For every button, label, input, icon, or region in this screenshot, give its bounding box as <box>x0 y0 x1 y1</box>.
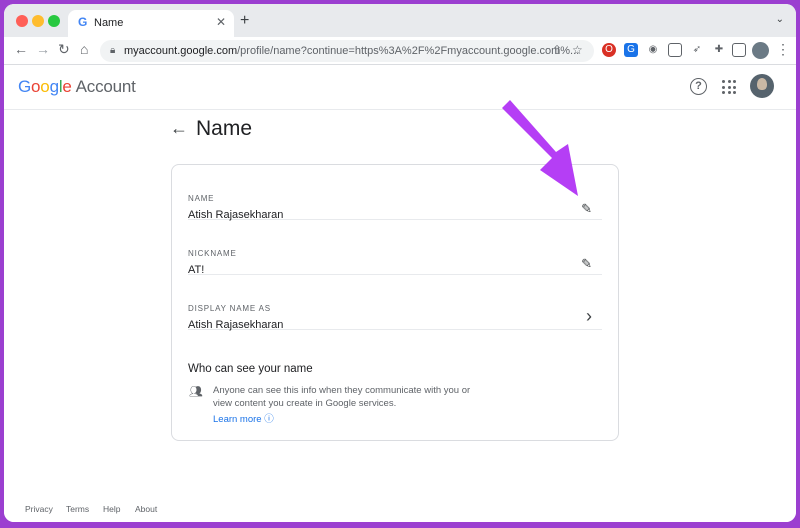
row-value: Atish Rajasekharan <box>188 319 284 331</box>
who-can-see-heading: Who can see your name <box>188 363 313 375</box>
profile-avatar[interactable] <box>752 42 769 59</box>
minimize-window-button[interactable] <box>32 15 44 27</box>
footer-help-link[interactable]: Help <box>103 504 120 514</box>
row-label: NAME <box>188 194 215 203</box>
address-bar[interactable]: 🔒︎ myaccount.google.com/profile/name?con… <box>100 40 594 62</box>
pencil-extension-icon[interactable] <box>668 43 682 57</box>
footer-privacy-link[interactable]: Privacy <box>25 504 53 514</box>
maximize-window-button[interactable] <box>48 15 60 27</box>
name-row[interactable]: NAME Atish Rajasekharan ✎ <box>188 165 602 221</box>
row-label: DISPLAY NAME AS <box>188 304 271 313</box>
tab-search-button[interactable]: ⌄ <box>776 14 784 25</box>
lock-icon[interactable]: 🔒︎ <box>110 45 115 56</box>
logo-account-text: Account <box>75 77 136 96</box>
tab-title: Name <box>94 17 124 29</box>
page-content: Google Account ? ← Name NAME Atish Rajase… <box>4 66 796 522</box>
url-text: myaccount.google.com/profile/name?contin… <box>124 45 580 57</box>
new-tab-button[interactable]: + <box>240 12 249 30</box>
browser-window: G Name ✕ + ⌄ ← → ↻ ⌂ 🔒︎ myaccount.google… <box>4 4 796 522</box>
browser-toolbar: ← → ↻ ⌂ 🔒︎ myaccount.google.com/profile/… <box>4 37 796 65</box>
chevron-right-icon[interactable]: › <box>586 306 592 327</box>
account-avatar[interactable] <box>750 74 774 98</box>
row-label: NICKNAME <box>188 249 237 258</box>
forward-button[interactable]: → <box>36 41 50 57</box>
google-account-logo[interactable]: Google Account <box>18 77 136 97</box>
display-name-row[interactable]: DISPLAY NAME AS Atish Rajasekharan › <box>188 275 602 331</box>
translate-extension-icon[interactable]: G <box>624 43 638 57</box>
sidebar-icon[interactable] <box>732 43 746 57</box>
edit-pencil-icon[interactable]: ✎ <box>581 256 592 272</box>
opera-extension-icon[interactable]: O <box>602 43 616 57</box>
help-icon[interactable]: ? <box>690 78 707 95</box>
chrome-menu-icon[interactable]: ⋮ <box>776 41 790 58</box>
footer-terms-link[interactable]: Terms <box>66 504 89 514</box>
home-button[interactable]: ⌂ <box>80 41 88 57</box>
close-window-button[interactable] <box>16 15 28 27</box>
learn-more-link[interactable]: Learn more ⓘ <box>213 411 274 425</box>
back-button[interactable]: ← <box>14 41 28 57</box>
back-arrow-icon[interactable]: ← <box>170 118 188 139</box>
tab-bar: G Name ✕ + ⌄ <box>4 4 796 37</box>
edit-pencil-icon[interactable]: ✎ <box>581 201 592 217</box>
puzzle-extensions-icon[interactable]: ✚ <box>712 43 726 57</box>
incognito-extension-icon[interactable]: ◉ <box>646 43 660 57</box>
google-account-header: Google Account ? <box>4 66 796 110</box>
google-favicon-icon: G <box>78 15 88 29</box>
people-icon: 👥︎ <box>189 386 203 398</box>
share-icon[interactable]: ⇧ <box>552 43 562 57</box>
name-settings-card: NAME Atish Rajasekharan ✎ NICKNAME AT! ✎… <box>171 164 619 441</box>
bookmark-star-icon[interactable]: ☆ <box>572 43 583 57</box>
tab-close-icon[interactable]: ✕ <box>216 15 226 29</box>
footer-about-link[interactable]: About <box>135 504 157 514</box>
rocket-extension-icon[interactable]: ➶ <box>690 43 704 57</box>
visibility-description: Anyone can see this info when they commu… <box>213 385 471 409</box>
nickname-row[interactable]: NICKNAME AT! ✎ <box>188 220 602 276</box>
reload-button[interactable]: ↻ <box>58 41 70 58</box>
google-wordmark: Google <box>18 77 72 96</box>
apps-grid-icon[interactable] <box>722 80 736 94</box>
page-title: Name <box>196 117 253 140</box>
browser-tab[interactable]: G Name ✕ <box>68 10 234 37</box>
